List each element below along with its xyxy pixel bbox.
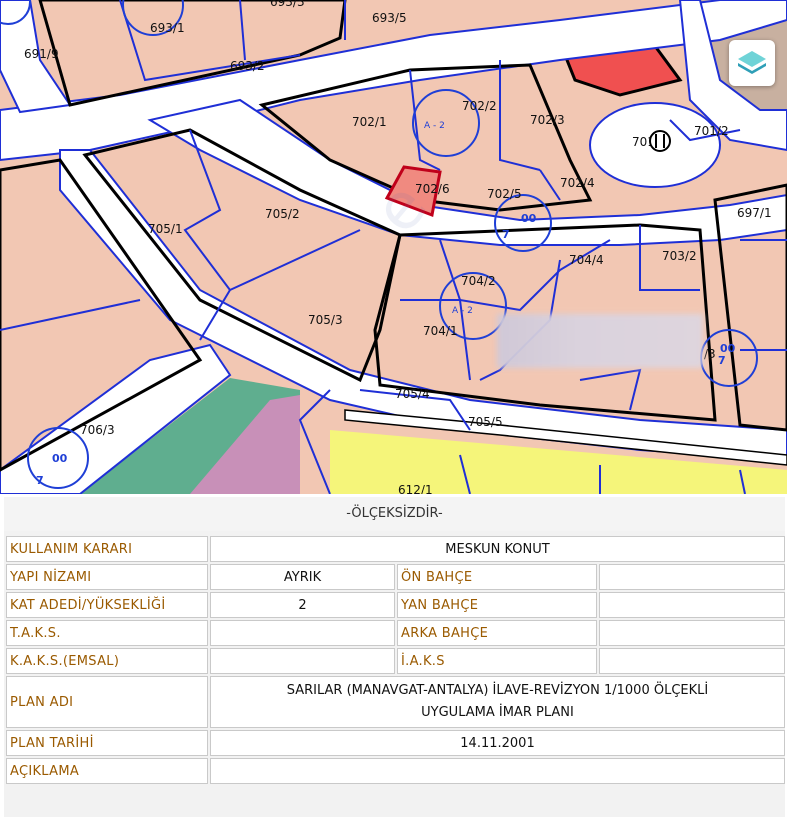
- road-code-label: 00: [521, 212, 537, 225]
- parcel-label-702-2: 702/2: [462, 99, 497, 113]
- parcel-label-705-5: 705/5: [468, 415, 503, 429]
- road-code-label: 00: [52, 452, 68, 465]
- table-row: PLAN ADI SARILAR (MANAVGAT-ANTALYA) İLAV…: [6, 676, 785, 728]
- parcel-label-693-5: 693/5: [372, 11, 407, 25]
- redacted-overlay: [497, 314, 703, 368]
- road-code-label: 7: [718, 354, 726, 367]
- kaks-value: [210, 648, 395, 674]
- yapi-nizami-label: YAPI NİZAMI: [6, 564, 208, 590]
- info-panel: -ÖLÇEKSİZDİR- KULLANIM KARARI MESKUN KON…: [4, 497, 785, 817]
- parcel-label-701-2: 701/2: [694, 124, 729, 138]
- iaks-value: [599, 648, 785, 674]
- parcel-label-697-1: 697/1: [737, 206, 772, 220]
- kullanim-karari-label: KULLANIM KARARI: [6, 536, 208, 562]
- yan-bahce-value: [599, 592, 785, 618]
- table-row: KULLANIM KARARI MESKUN KONUT: [6, 536, 785, 562]
- zoning-info-table: KULLANIM KARARI MESKUN KONUT YAPI NİZAMI…: [4, 534, 787, 786]
- arka-bahce-label: ARKA BAHÇE: [397, 620, 597, 646]
- plan-tarihi-value: 14.11.2001: [210, 730, 785, 756]
- scale-note: -ÖLÇEKSİZDİR-: [4, 497, 785, 531]
- parcel-label-704-2: 704/2: [461, 274, 496, 288]
- parcel-label-703-3: /3: [704, 347, 716, 361]
- parcel-label-705-4: 705/4: [395, 387, 430, 401]
- table-row: K.A.K.S.(EMSAL) İ.A.K.S: [6, 648, 785, 674]
- parcel-label-705-2: 705/2: [265, 207, 300, 221]
- parcel-label-705-1: 705/1: [148, 222, 183, 236]
- arka-bahce-value: [599, 620, 785, 646]
- parcel-label-693-1: 693/1: [150, 21, 185, 35]
- road-code-label: 7: [36, 474, 44, 487]
- yapi-nizami-value: AYRIK: [210, 564, 395, 590]
- parcel-label-612-1: 612/1: [398, 483, 433, 494]
- taks-value: [210, 620, 395, 646]
- parcel-label-693-2: 693/2: [230, 59, 265, 73]
- parcel-label-705-3: 705/3: [308, 313, 343, 327]
- kullanim-karari-value: MESKUN KONUT: [210, 536, 785, 562]
- parcel-label-702-5: 702/5: [487, 187, 522, 201]
- table-row: KAT ADEDİ/YÜKSEKLİĞİ 2 YAN BAHÇE: [6, 592, 785, 618]
- layers-icon: [738, 51, 766, 74]
- parcel-label-702-4: 702/4: [560, 176, 595, 190]
- table-row: AÇIKLAMA: [6, 758, 785, 784]
- map-canvas[interactable]: 693/1 693/3 693/5 691/9 693/2 702/1 702/2 702/3…: [0, 0, 787, 494]
- plan-adi-line2: UYGULAMA İMAR PLANI: [421, 705, 574, 720]
- parcel-label-691-9: 691/9: [24, 47, 59, 61]
- parcel-label-704-1: 704/1: [423, 324, 458, 338]
- table-row: YAPI NİZAMI AYRIK ÖN BAHÇE: [6, 564, 785, 590]
- zone-code-label: A - 2: [452, 306, 473, 316]
- parcel-label-706-3: 706/3: [80, 423, 115, 437]
- plan-tarihi-label: PLAN TARİHİ: [6, 730, 208, 756]
- iaks-label: İ.A.K.S: [397, 648, 597, 674]
- plan-adi-value: SARILAR (MANAVGAT-ANTALYA) İLAVE-REVİZYO…: [210, 676, 785, 728]
- parcel-label-702-1: 702/1: [352, 115, 387, 129]
- aciklama-value: [210, 758, 785, 784]
- taks-label: T.A.K.S.: [6, 620, 208, 646]
- layers-button[interactable]: [729, 40, 775, 86]
- zoning-map[interactable]: 693/1 693/3 693/5 691/9 693/2 702/1 702/2 702/3…: [0, 0, 787, 494]
- kat-adedi-label: KAT ADEDİ/YÜKSEKLİĞİ: [6, 592, 208, 618]
- zone-code-label: A - 2: [424, 121, 445, 131]
- parcel-label-702-3: 702/3: [530, 113, 565, 127]
- kaks-label: K.A.K.S.(EMSAL): [6, 648, 208, 674]
- parcel-label-704-4: 704/4: [569, 253, 604, 267]
- plan-adi-label: PLAN ADI: [6, 676, 208, 728]
- road-code-label: 00: [720, 342, 736, 355]
- plan-adi-line1: SARILAR (MANAVGAT-ANTALYA) İLAVE-REVİZYO…: [286, 683, 709, 698]
- parcel-label-693-3: 693/3: [270, 0, 305, 9]
- table-row: T.A.K.S. ARKA BAHÇE: [6, 620, 785, 646]
- roundabout-marker-icon: [649, 130, 671, 152]
- on-bahce-value: [599, 564, 785, 590]
- aciklama-label: AÇIKLAMA: [6, 758, 208, 784]
- on-bahce-label: ÖN BAHÇE: [397, 564, 597, 590]
- parcel-label-703-2: 703/2: [662, 249, 697, 263]
- parcel-label-702-6: 702/6: [415, 182, 450, 196]
- yan-bahce-label: YAN BAHÇE: [397, 592, 597, 618]
- table-row: PLAN TARİHİ 14.11.2001: [6, 730, 785, 756]
- kat-adedi-value: 2: [210, 592, 395, 618]
- road-code-label: 7: [502, 228, 510, 241]
